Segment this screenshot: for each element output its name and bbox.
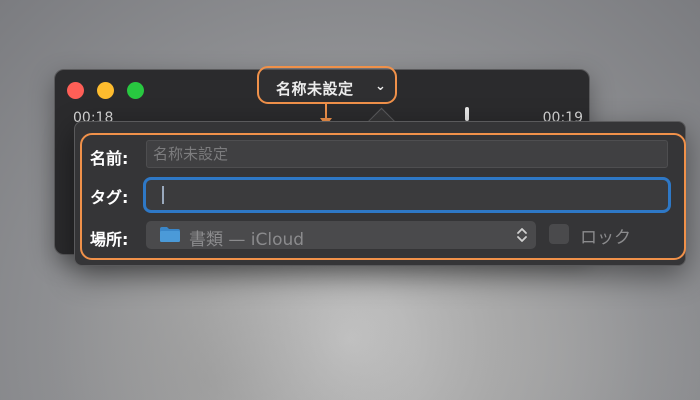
chevron-down-icon[interactable]: ⌄ (375, 79, 386, 94)
lock-label[interactable]: ロック (580, 223, 631, 248)
close-button[interactable] (67, 82, 84, 99)
zoom-button[interactable] (127, 82, 144, 99)
text-caret (162, 186, 164, 204)
minimize-button[interactable] (97, 82, 114, 99)
playhead-marker[interactable] (465, 107, 469, 121)
updown-chevron-icon (517, 228, 527, 242)
folder-icon (160, 227, 180, 242)
tag-input-focus-ring[interactable] (143, 177, 671, 213)
tag-input[interactable] (150, 183, 668, 209)
location-select[interactable]: 書類 — iCloud (146, 221, 536, 250)
place-label: 場所: (90, 230, 129, 249)
lock-checkbox[interactable] (549, 224, 569, 244)
name-input[interactable] (146, 140, 668, 168)
location-value: 書類 — iCloud (189, 230, 305, 250)
tag-label: タグ: (90, 188, 129, 207)
name-label: 名前: (90, 149, 129, 168)
window-title[interactable]: 名称未設定 (276, 78, 354, 99)
